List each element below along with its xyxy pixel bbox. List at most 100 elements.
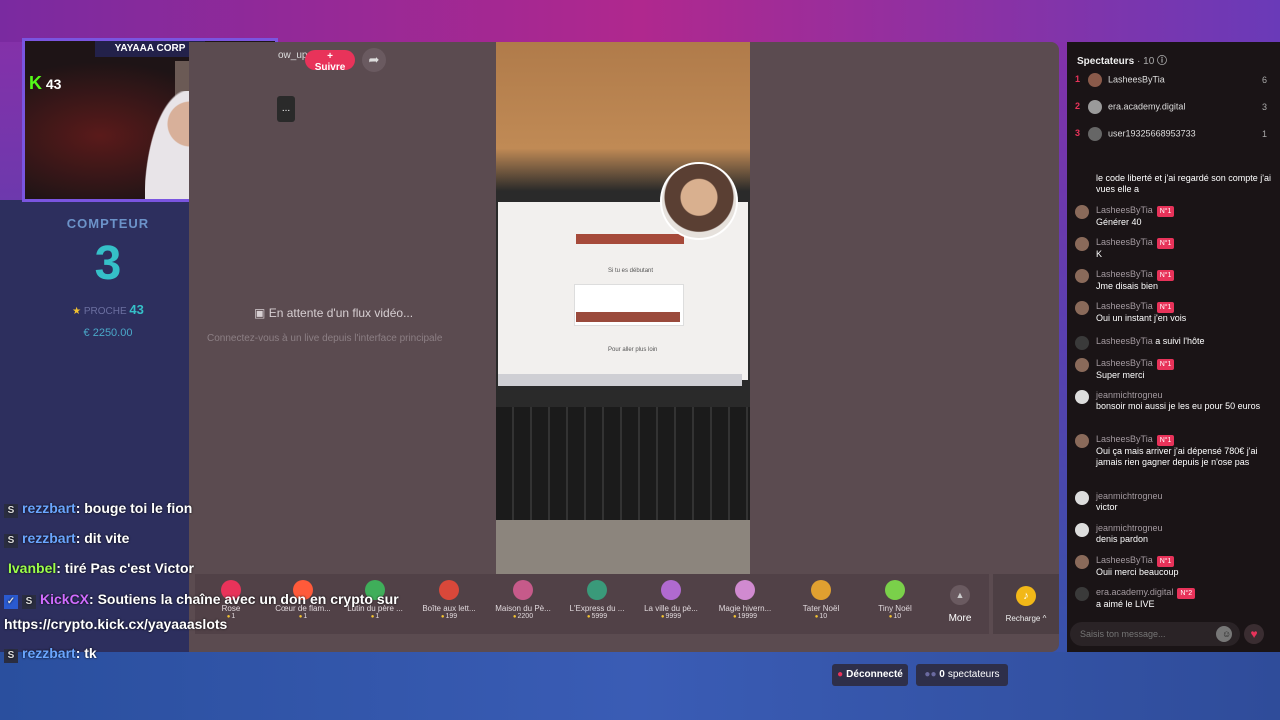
more-gifts-button[interactable]: ▲ More: [935, 582, 985, 626]
like-event: era.academy.digital N°2 a aimé le LIVE: [1075, 587, 1275, 610]
kick-viewer-badge: K 43: [29, 73, 61, 94]
heart-outline-icon: [1075, 587, 1089, 601]
more-options-button[interactable]: ...: [277, 96, 295, 122]
screen-text-1: Si tu es débutant: [608, 268, 654, 274]
chat-message: LasheesByTia N°1 Oui un instant j'en vois: [1075, 301, 1275, 324]
gift-item[interactable]: L'Express du ... 5999: [561, 580, 633, 632]
kick-chat-link[interactable]: https://crypto.kick.cx/yayaaaslots: [4, 616, 227, 632]
rank-badge: N°1: [1156, 435, 1175, 446]
emoji-icon[interactable]: ☺: [1216, 626, 1232, 642]
avatar: [1075, 358, 1089, 372]
laptop-dock: [498, 374, 742, 386]
top-viewer-row[interactable]: 2 era.academy.digital 3: [1075, 100, 1275, 118]
chat-message: LasheesByTia N°1 Super merci: [1075, 358, 1275, 381]
gift-item[interactable]: Tater Noël 10: [785, 580, 857, 632]
counter-title: COMPTEUR: [66, 216, 150, 231]
star-icon: ★: [72, 306, 82, 317]
laptop-trackpad: [496, 520, 750, 574]
avatar: [1087, 73, 1102, 87]
info-icon[interactable]: ⓘ: [1157, 56, 1167, 67]
spectators-title: Spectateurs · 10 ⓘ: [1077, 56, 1168, 67]
gift-item[interactable]: Tiny Noël 10: [859, 580, 931, 632]
rank-badge: N°2: [1177, 588, 1196, 599]
screen-text-2: Pour aller plus loin: [608, 347, 658, 353]
counter-sub-label: PROCHE: [83, 306, 127, 317]
follow-button[interactable]: + Suivre: [305, 50, 355, 73]
counter-sub-value: 43: [129, 302, 144, 317]
rank-badge: N°1: [1156, 270, 1175, 281]
gift-icon: [661, 580, 681, 600]
avatar: [1075, 237, 1089, 251]
avatar: [1075, 434, 1089, 448]
waiting-text: ▣ En attente d'un flux vidéo...: [254, 306, 414, 320]
kick-viewer-count: 43: [45, 76, 62, 92]
share-icon[interactable]: ➦: [362, 48, 386, 72]
chat-message: LasheesByTia N°1 Générer 40: [1075, 205, 1275, 228]
avatar: [1087, 127, 1102, 141]
sub-badge-icon: S: [4, 534, 18, 548]
monitor-icon: ▣: [254, 306, 266, 320]
connection-status: ● Déconnecté: [832, 664, 908, 686]
counter-money: € 2250.00: [83, 327, 133, 339]
status-dot-icon: ●: [837, 669, 844, 680]
chat-message: LasheesByTia N°1 Jme disais bien: [1075, 269, 1275, 292]
counter-value: 3: [94, 237, 122, 290]
kick-chat-line: Ivanbel: tiré Pas c'est Victor: [8, 560, 194, 576]
kick-logo-icon: K: [29, 73, 42, 93]
host-handle: ow_up: [278, 50, 308, 61]
eye-icon: ●●: [924, 669, 937, 680]
follow-event: LasheesByTia a suivi l'hôte: [1075, 336, 1275, 350]
avatar: [1075, 301, 1089, 315]
top-background: [0, 0, 1280, 42]
top-viewer-row[interactable]: 3 user19325668953733 1: [1075, 127, 1275, 145]
rank-badge: N°1: [1156, 206, 1175, 217]
gift-icon: [513, 580, 533, 600]
screen-button: [576, 312, 680, 322]
gift-icon: [885, 580, 905, 600]
chat-message: LasheesByTia N°1 K: [1075, 237, 1275, 260]
heart-icon[interactable]: ♥: [1244, 624, 1264, 644]
bottom-background: [0, 652, 1280, 720]
phone-video-feed: Si tu es débutant Pour aller plus loin: [496, 42, 750, 574]
laptop-keyboard: [496, 407, 750, 522]
chat-message: LasheesByTia N°1 Ouii merci beaucoup: [1075, 555, 1275, 578]
waiting-subtext: Connectez-vous à un live depuis l'interf…: [207, 333, 443, 344]
avatar: [1087, 100, 1102, 114]
avatar: [1075, 205, 1089, 219]
verified-badge-icon: ✓: [4, 595, 18, 609]
counter-sub: ★ PROCHE 43: [30, 302, 186, 317]
gift-item[interactable]: La ville du pè... 9999: [635, 580, 707, 632]
chat-message: jeanmichtrogneu denis pardon: [1075, 523, 1275, 545]
gift-item[interactable]: Boîte aux lett... 199: [413, 580, 485, 632]
guest-facecam: [660, 162, 738, 240]
sub-badge-icon: S: [4, 649, 18, 663]
user-follow-icon: [1075, 336, 1089, 350]
rank-badge: N°1: [1156, 238, 1175, 249]
avatar: [1075, 269, 1089, 283]
avatar: [1075, 390, 1089, 404]
chat-message: jeanmichtrogneu victor: [1075, 491, 1275, 513]
gift-icon: [811, 580, 831, 600]
rank-badge: N°1: [1156, 556, 1175, 567]
avatar: [1075, 523, 1089, 537]
chat-message: jeanmichtrogneu bonsoir moi aussi je les…: [1075, 390, 1275, 412]
sub-badge-icon: S: [22, 595, 36, 609]
chat-message: le code liberté et j'ai regardé son comp…: [1096, 173, 1272, 194]
rank-badge: N°1: [1156, 359, 1175, 370]
rank-badge: N°1: [1156, 302, 1175, 313]
gift-icon: [439, 580, 459, 600]
spectators-status: ●● 0 spectateurs: [916, 664, 1008, 686]
chat-input[interactable]: [1070, 622, 1240, 646]
kick-chat-line: Srezzbart: tk: [4, 645, 97, 663]
gift-item[interactable]: Maison du Pè... 2200: [487, 580, 559, 632]
screen-banner: [576, 234, 684, 244]
top-viewer-row[interactable]: 1 LasheesByTia 6: [1075, 73, 1275, 91]
chat-message: LasheesByTia N°1 Oui ça mais arriver j'ai…: [1075, 434, 1275, 468]
gift-icon: [735, 580, 755, 600]
right-chat-panel: Spectateurs · 10 ⓘ 1 LasheesByTia 6 2 er…: [1067, 42, 1280, 652]
gift-icon: [587, 580, 607, 600]
recharge-button[interactable]: ♪ Recharge ^: [993, 574, 1059, 634]
gift-item[interactable]: Magie hivern... 19999: [709, 580, 781, 632]
chevron-up-icon: ▲: [950, 584, 970, 605]
kick-chat-line: Srezzbart: bouge toi le fion: [4, 500, 192, 518]
